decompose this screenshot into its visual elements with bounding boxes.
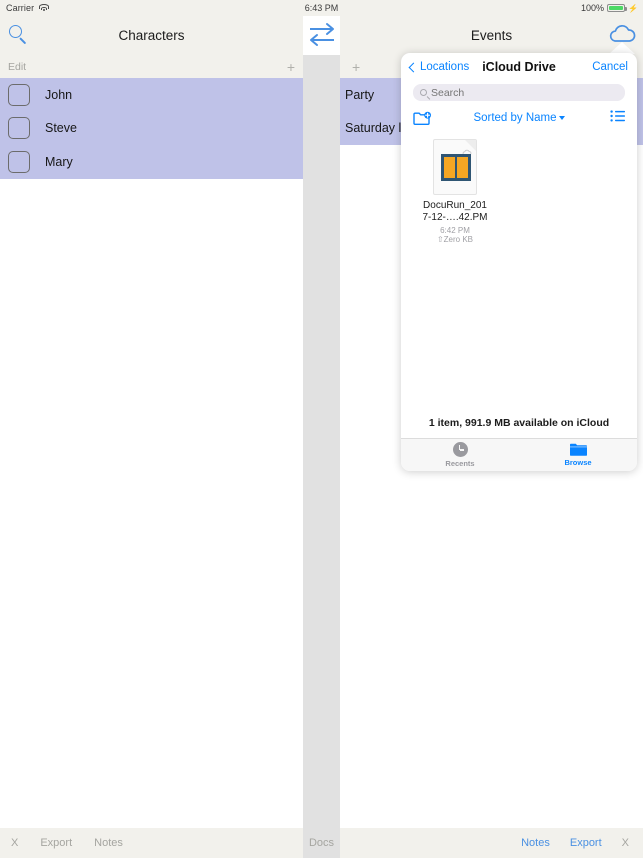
notes-button[interactable]: Notes [94,837,123,849]
app-root: Carrier 6:43 PM 100% ⚡ Characters Events [0,0,643,858]
list-item-label: Party [345,87,375,102]
drag-handle-divider[interactable] [303,55,340,858]
list-item[interactable]: John [0,78,303,112]
close-button[interactable]: X [622,837,629,849]
checkbox-unchecked-icon[interactable] [8,150,30,173]
tab-browse-label: Browse [564,458,592,467]
search-icon [420,89,427,96]
search-input[interactable] [431,86,618,99]
file-grid: DocuRun_201 7-12-….42.PM 6:42 PM ⇧Zero K… [401,130,637,411]
sort-by-label: Sorted by Name [473,112,557,124]
tab-recents-label: Recents [445,459,475,468]
search-field[interactable] [413,84,625,101]
file-time-label: 6:42 PM [440,226,470,235]
picker-search-container [401,81,637,106]
status-bar-right: 100% ⚡ [581,3,638,13]
file-item[interactable]: DocuRun_201 7-12-….42.PM 6:42 PM ⇧Zero K… [421,139,489,244]
add-character-button[interactable]: + [287,60,295,74]
list-item-label: John [45,87,73,102]
checkbox-unchecked-icon[interactable] [8,117,30,140]
right-navigation-bar: Events [340,16,643,55]
picker-tab-bar: Recents Browse [401,438,637,471]
page-title-events: Events [470,28,513,43]
status-bar: Carrier 6:43 PM 100% ⚡ [0,0,643,16]
list-item[interactable]: Steve [0,112,303,146]
tab-recents[interactable]: Recents [401,439,519,471]
document-file-icon [433,139,477,195]
right-bottom-toolbar: Notes Export X [340,828,643,858]
lightning-bolt-icon: ⚡ [628,3,638,13]
book-pages-glyph [441,154,471,181]
export-button[interactable]: Export [570,837,602,849]
chevron-down-icon [558,115,565,120]
notes-button[interactable]: Notes [521,837,550,849]
characters-list: John Steve Mary [0,78,303,179]
page-title-characters: Characters [118,28,185,43]
export-button[interactable]: Export [40,837,72,849]
picker-status-label: 1 item, 991.9 MB available on iCloud [428,417,610,429]
tab-browse[interactable]: Browse [519,439,637,471]
add-event-button[interactable]: + [352,60,360,74]
checkbox-unchecked-icon[interactable] [8,83,30,106]
picker-navigation-bar: Locations iCloud Drive Cancel [401,53,637,81]
swap-arrows-icon[interactable] [307,20,339,50]
battery-percent-label: 100% [581,3,605,13]
cancel-button[interactable]: Cancel [592,61,628,73]
clock-icon [452,442,468,457]
list-view-icon[interactable] [610,109,625,127]
close-button[interactable]: X [11,837,18,849]
list-item-label: Saturday lu [345,121,409,136]
left-navigation-bar: Characters [0,16,303,55]
picker-toolbar: Sorted by Name [401,106,637,130]
characters-panel: Edit + John Steve Mary [0,55,303,858]
edit-button[interactable]: Edit [8,61,26,73]
file-size-label: ⇧Zero KB [436,235,474,244]
list-item[interactable]: Mary [0,145,303,179]
characters-edit-bar: Edit + [0,55,303,78]
left-bottom-toolbar: X Export Notes [0,828,303,858]
list-item-label: Steve [45,121,77,136]
sort-by-button[interactable]: Sorted by Name [401,112,637,124]
file-name-label: DocuRun_201 7-12-….42.PM [422,200,488,223]
list-item-label: Mary [45,154,73,169]
folder-icon [569,443,587,456]
docs-label: Docs [303,828,340,858]
document-picker-popover: Locations iCloud Drive Cancel Sorted by … [401,53,637,471]
clock-label: 6:43 PM [304,3,339,13]
cloud-icon [462,143,473,156]
battery-icon [607,4,628,12]
